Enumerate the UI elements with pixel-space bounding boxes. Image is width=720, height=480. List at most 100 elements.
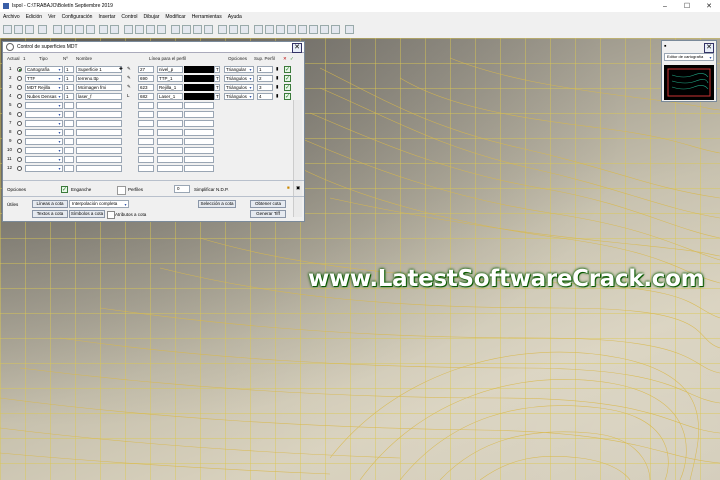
menu-ver[interactable]: Ver (45, 14, 59, 20)
layout-icon[interactable] (309, 25, 318, 34)
line-style-swatch[interactable] (184, 93, 214, 100)
edit-icon[interactable]: ✎ (127, 84, 131, 90)
nombre-field[interactable] (76, 165, 122, 172)
opciones-select[interactable]: Triangular ▾ (224, 66, 254, 73)
lineas-cota-button[interactable]: Líneas a cota (32, 200, 68, 208)
minimize-button[interactable]: – (654, 0, 676, 12)
line-number-field[interactable]: 623 (138, 84, 154, 91)
linea-perfil-field[interactable] (157, 111, 183, 118)
menu-ayuda[interactable]: Ayuda (225, 14, 245, 20)
nombre-field[interactable] (76, 138, 122, 145)
nombre-field[interactable] (76, 111, 122, 118)
view-north-icon[interactable] (182, 25, 191, 34)
opciones-select[interactable]: Triángulos ▾ (224, 84, 254, 91)
row-actual-radio[interactable] (17, 148, 22, 153)
atributos-checkbox[interactable] (107, 211, 115, 219)
line-number-field[interactable] (138, 129, 154, 136)
linea-perfil-field[interactable] (157, 102, 183, 109)
edit-icon[interactable]: ✎ (127, 66, 131, 72)
north-icon[interactable] (171, 25, 180, 34)
menu-herramientas[interactable]: Herramientas (189, 14, 225, 20)
table-scrollbar[interactable] (293, 100, 302, 217)
nfile-field[interactable]: 1 (64, 93, 74, 100)
view-east-icon[interactable] (204, 25, 213, 34)
linea-perfil-field[interactable] (157, 147, 183, 154)
pencil-icon[interactable] (287, 25, 296, 34)
sup-perfil-field[interactable]: 3 (257, 84, 273, 91)
line-number-field[interactable] (138, 156, 154, 163)
select-icon[interactable] (124, 25, 133, 34)
row-actual-radio[interactable] (17, 139, 22, 144)
help-icon[interactable] (345, 25, 354, 34)
tipo-select[interactable]: MDT Rejilla ▾ (25, 84, 63, 91)
line-style-swatch[interactable] (184, 129, 214, 136)
zoom-icon[interactable] (135, 25, 144, 34)
color-bar-icon[interactable] (331, 25, 340, 34)
menu-dibujar[interactable]: Dibujar (141, 14, 163, 20)
line-number-field[interactable]: 27 (138, 66, 154, 73)
nfile-field[interactable] (64, 129, 74, 136)
menu-edicion[interactable]: Edición (23, 14, 45, 20)
line-number-field[interactable]: 682 (138, 93, 154, 100)
interpolation-select[interactable]: Interpolación completa ▾ (69, 200, 129, 208)
linea-perfil-field[interactable] (157, 129, 183, 136)
linea-perfil-field[interactable]: Laser_1 (157, 93, 183, 100)
sup-perfil-field[interactable]: 2 (257, 75, 273, 82)
nombre-field[interactable]: laser_f (76, 93, 122, 100)
frame-icon[interactable] (240, 25, 249, 34)
nombre-field[interactable]: Superficie 1 (76, 66, 122, 73)
cut-icon[interactable] (53, 25, 62, 34)
row-actual-radio[interactable] (17, 121, 22, 126)
nombre-field[interactable] (76, 156, 122, 163)
panel-close-button[interactable]: ✕ (292, 43, 302, 53)
pan-icon[interactable] (146, 25, 155, 34)
visible-checkbox[interactable]: ✓ (284, 84, 291, 91)
measure-icon[interactable] (298, 25, 307, 34)
tipo-select[interactable]: ▾ (25, 129, 63, 136)
line-number-field[interactable] (138, 147, 154, 154)
nfile-field[interactable] (64, 147, 74, 154)
nombre-field[interactable]: Mcimagen fmi (76, 84, 122, 91)
line-style-swatch[interactable] (184, 102, 214, 109)
simbolos-cota-button[interactable]: Símbolos a cota (69, 210, 105, 218)
nombre-field[interactable] (76, 120, 122, 127)
menu-modificar[interactable]: Modificar (162, 14, 188, 20)
linea-perfil-field[interactable] (157, 156, 183, 163)
row-actual-radio[interactable] (17, 94, 22, 99)
folder-icon[interactable]: ■ (287, 185, 290, 190)
menu-archivo[interactable]: Archivo (0, 14, 23, 20)
enganche-checkbox[interactable]: ✓ (61, 186, 68, 193)
text-style-icon[interactable]: T (214, 84, 220, 91)
new-file-icon[interactable] (3, 25, 12, 34)
editor-select[interactable]: Editor de cartografía ▾ (664, 53, 714, 61)
visible-checkbox[interactable]: ✓ (284, 75, 291, 82)
tipo-select[interactable]: ▾ (25, 111, 63, 118)
nfile-field[interactable]: 1 (64, 66, 74, 73)
sup-perfil-field[interactable]: 4 (257, 93, 273, 100)
info-icon[interactable] (254, 25, 263, 34)
line-style-swatch[interactable] (184, 165, 214, 172)
row-actual-radio[interactable] (17, 67, 22, 72)
line-number-field[interactable]: 690 (138, 75, 154, 82)
grid-icon[interactable] (218, 25, 227, 34)
nfile-field[interactable] (64, 111, 74, 118)
visible-checkbox[interactable]: ✓ (284, 93, 291, 100)
row-actual-radio[interactable] (17, 76, 22, 81)
tipo-select[interactable]: Nubes Densas ▾ (25, 93, 63, 100)
nfile-field[interactable] (64, 120, 74, 127)
row-actual-radio[interactable] (17, 103, 22, 108)
profile-icon[interactable]: ▮ (276, 84, 278, 90)
textos-cota-button[interactable]: Textos a cota (32, 210, 68, 218)
row-actual-radio[interactable] (17, 112, 22, 117)
nfile-field[interactable] (64, 165, 74, 172)
nfile-field[interactable]: 1 (64, 84, 74, 91)
nfile-field[interactable] (64, 138, 74, 145)
view-south-icon[interactable] (193, 25, 202, 34)
profile-icon[interactable]: ▮ (276, 93, 278, 99)
nombre-field[interactable] (76, 147, 122, 154)
tipo-select[interactable]: ▾ (25, 165, 63, 172)
save-icon[interactable] (25, 25, 34, 34)
linea-perfil-field[interactable]: TTP_1 (157, 75, 183, 82)
delete-icon[interactable] (86, 25, 95, 34)
generar-tiff-button[interactable]: Generar Tiff (250, 210, 286, 218)
